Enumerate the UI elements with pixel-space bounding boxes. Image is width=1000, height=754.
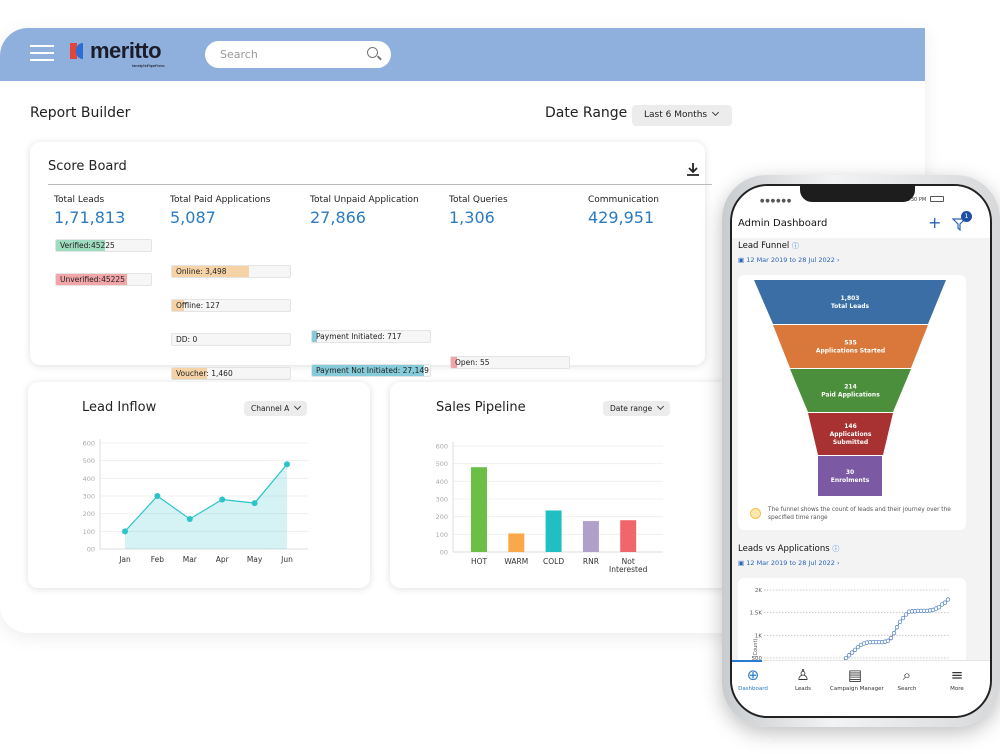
nav-item-label: Leads bbox=[794, 686, 812, 692]
leads-vs-applications-chart: 5001K1.5K2K(Count) bbox=[750, 588, 951, 666]
nav-item-search[interactable]: ⌕ Search bbox=[882, 666, 932, 692]
y-tick-label: 100 bbox=[436, 531, 448, 539]
user-icon: ♙ bbox=[796, 666, 810, 684]
y-tick-label: 400 bbox=[436, 478, 448, 486]
nav-item-label: Campaign Manager bbox=[830, 686, 884, 692]
menu-icon: ≡ bbox=[950, 666, 964, 684]
y-tick-label: 200 bbox=[436, 513, 448, 521]
nav-item-leads[interactable]: ♙ Leads bbox=[778, 666, 828, 692]
x-tick-label: COLD bbox=[543, 557, 564, 566]
y-tick-label: 500 bbox=[436, 460, 448, 468]
nav-item-more[interactable]: ≡ More bbox=[932, 666, 982, 692]
nav-item-label: Dashboard bbox=[738, 686, 768, 692]
data-point[interactable] bbox=[885, 638, 891, 643]
y-axis-label: (Count) bbox=[753, 639, 759, 658]
x-tick-label: WARM bbox=[504, 557, 528, 566]
phone-notch bbox=[800, 184, 915, 202]
x-tick-label: HOT bbox=[471, 557, 488, 566]
data-point[interactable] bbox=[849, 650, 855, 655]
y-tick-label: 2K bbox=[755, 588, 762, 594]
bar[interactable] bbox=[471, 467, 487, 552]
data-point[interactable] bbox=[942, 600, 948, 605]
nav-item-campaign-manager[interactable]: ▤ Campaign Manager bbox=[830, 666, 884, 692]
phone-screen: ●●●●●● 1:30 PM Admin Dashboard + 1 Lead … bbox=[730, 184, 992, 718]
bar[interactable] bbox=[508, 533, 525, 552]
data-point[interactable] bbox=[888, 635, 894, 641]
bar[interactable] bbox=[620, 520, 637, 552]
search-icon: ⌕ bbox=[902, 666, 912, 684]
bar[interactable] bbox=[545, 510, 562, 552]
data-point[interactable] bbox=[900, 615, 906, 621]
active-tab-indicator bbox=[732, 660, 762, 662]
nav-item-label: More bbox=[950, 686, 964, 692]
y-tick-label: 1.5K bbox=[750, 611, 763, 617]
x-tick-label: Not Interested bbox=[609, 557, 648, 574]
y-tick-label: 300 bbox=[436, 496, 448, 504]
nav-item-label: Search bbox=[897, 686, 917, 692]
x-tick-label: RNR bbox=[583, 557, 599, 566]
data-point[interactable] bbox=[846, 653, 852, 658]
data-point[interactable] bbox=[903, 612, 909, 617]
x-tick-label-line: Interested bbox=[609, 565, 648, 574]
data-point[interactable] bbox=[945, 597, 951, 602]
data-point[interactable] bbox=[852, 647, 858, 652]
y-tick-label: 1K bbox=[755, 633, 762, 639]
data-point[interactable] bbox=[936, 605, 942, 610]
y-tick-label: 00 bbox=[440, 549, 448, 557]
plus-circle-icon: ⊕ bbox=[746, 666, 760, 684]
bar[interactable] bbox=[582, 521, 599, 552]
nav-item-dashboard[interactable]: ⊕ Dashboard bbox=[732, 666, 778, 692]
data-point[interactable] bbox=[891, 630, 897, 636]
y-tick-label: 600 bbox=[436, 443, 448, 451]
data-point[interactable] bbox=[894, 625, 900, 630]
monitor-chart-icon: ▤ bbox=[847, 666, 863, 684]
data-point[interactable] bbox=[897, 619, 903, 624]
